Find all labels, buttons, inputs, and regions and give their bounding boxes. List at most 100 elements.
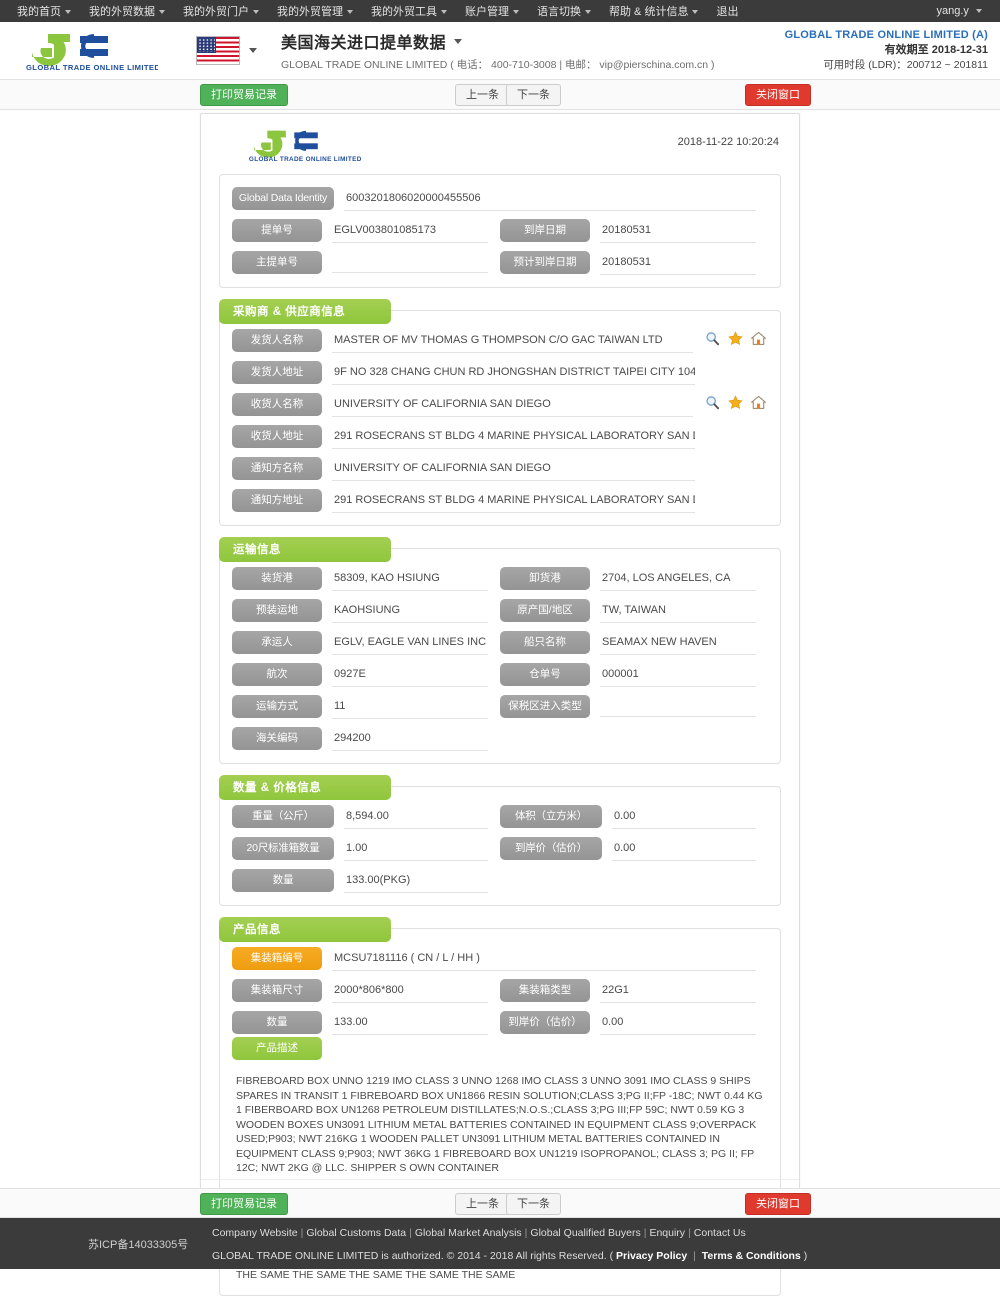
print-trade-record-button-bottom[interactable]: 打印贸易记录 <box>200 1193 288 1215</box>
field-label: 体积（立方米） <box>500 805 602 828</box>
close-window-button-bottom[interactable]: 关闭窗口 <box>745 1193 811 1215</box>
field-label-product-description: 产品描述 <box>232 1037 322 1060</box>
terms-conditions-link[interactable]: Terms & Conditions <box>702 1250 801 1262</box>
field-row: 通知方名称 UNIVERSITY OF CALIFORNIA SAN DIEGO <box>232 457 768 481</box>
previous-record-button[interactable]: 上一条 <box>455 84 510 106</box>
record-sheet: GLOBAL TRADE ONLINE LIMITED 2018-11-22 1… <box>200 113 800 1296</box>
nav-item-8[interactable]: 退出 <box>707 3 747 19</box>
field-label: 收货人名称 <box>232 393 322 416</box>
field-value-arrival-date: 20180531 <box>600 219 756 243</box>
field-cell: 数量 133.00 <box>232 1011 500 1035</box>
section-title-parties: 采购商 & 供应商信息 <box>219 299 391 324</box>
chevron-down-icon <box>249 48 257 53</box>
next-record-button[interactable]: 下一条 <box>506 84 561 106</box>
nav-item-label: 我的外贸门户 <box>183 6 249 18</box>
field-value: UNIVERSITY OF CALIFORNIA SAN DIEGO <box>332 457 695 481</box>
footer-link-4[interactable]: Enquiry <box>649 1227 685 1239</box>
field-label: 通知方地址 <box>232 489 322 512</box>
chevron-down-icon <box>65 10 71 15</box>
nav-item-label: 账户管理 <box>465 6 509 18</box>
user-menu[interactable]: yang.y <box>929 5 992 17</box>
favorite-star-icon[interactable] <box>728 331 743 346</box>
field-row: 重量（公斤） 8,594.00 体积（立方米） 0.00 <box>232 805 768 829</box>
field-row: 收货人地址 291 ROSECRANS ST BLDG 4 MARINE PHYS… <box>232 425 768 449</box>
favorite-star-icon[interactable] <box>728 395 743 410</box>
field-cell: 航次 0927E <box>232 663 500 687</box>
top-navigation-bar: 我的首页 我的外贸数据 我的外贸门户 我的外贸管理 我的外贸工具 账户管理 语言切换 帮助 &… <box>0 0 1000 22</box>
field-cell: 预装运地 KAOHSIUNG <box>232 599 500 623</box>
page-body: GLOBAL TRADE ONLINE LIMITED 2018-11-22 1… <box>0 110 1000 1296</box>
field-label-master-bl-number: 主提单号 <box>232 251 322 274</box>
us-flag-icon <box>196 36 240 65</box>
field-label-container-number: 集装箱编号 <box>232 947 322 970</box>
nav-item-1[interactable]: 我的外贸数据 <box>80 3 174 19</box>
chevron-down-icon <box>513 10 519 15</box>
close-window-button[interactable]: 关闭窗口 <box>745 84 811 106</box>
field-value: 9F NO 328 CHANG CHUN RD JHONGSHAN DISTRI… <box>332 361 695 385</box>
field-cell: 船只名称 SEAMAX NEW HAVEN <box>500 631 768 655</box>
field-row: 航次 0927E 仓单号 000001 <box>232 663 768 687</box>
nav-item-4[interactable]: 我的外贸工具 <box>362 3 456 19</box>
account-name[interactable]: GLOBAL TRADE ONLINE LIMITED (A) <box>785 28 988 43</box>
search-icon[interactable] <box>705 331 720 346</box>
field-row: 承运人 EGLV, EAGLE VAN LINES INC 船只名称 SEAMAX N… <box>232 631 768 655</box>
footer-link-1[interactable]: Global Customs Data <box>306 1227 406 1239</box>
field-cell: 卸货港 2704, LOS ANGELES, CA <box>500 567 768 591</box>
field-cell: 通知方地址 291 ROSECRANS ST BLDG 4 MARINE PHYS… <box>232 489 768 513</box>
field-row: 20尺标准箱数量 1.00 到岸价（估价） 0.00 <box>232 837 768 861</box>
chevron-down-icon <box>253 10 259 15</box>
nav-item-2[interactable]: 我的外贸门户 <box>174 3 268 19</box>
field-value: 58309, KAO HSIUNG <box>332 567 488 591</box>
gto-logo: GLOBAL TRADE ONLINE LIMITED <box>18 26 158 76</box>
footer-link-0[interactable]: Company Website <box>212 1227 298 1239</box>
next-record-button-bottom[interactable]: 下一条 <box>506 1193 561 1215</box>
privacy-policy-link[interactable]: Privacy Policy <box>616 1250 687 1262</box>
product-description-text: FIBREBOARD BOX UNNO 1219 IMO CLASS 3 UNN… <box>236 1075 763 1174</box>
footer-links: Company Website | Global Customs Data | Glob… <box>212 1227 746 1239</box>
nav-item-0[interactable]: 我的首页 <box>8 3 80 19</box>
nav-item-7[interactable]: 帮助 & 统计信息 <box>600 3 707 19</box>
footer-link-2[interactable]: Global Market Analysis <box>415 1227 522 1239</box>
field-label: 航次 <box>232 663 322 686</box>
nav-item-label: 语言切换 <box>537 6 581 18</box>
field-label: 预装运地 <box>232 599 322 622</box>
field-value: 2704, LOS ANGELES, CA <box>600 567 756 591</box>
search-icon[interactable] <box>705 395 720 410</box>
home-icon[interactable] <box>751 395 766 410</box>
field-cell: 重量（公斤） 8,594.00 <box>232 805 500 829</box>
field-label-bl-number: 提单号 <box>232 219 322 242</box>
field-label: 保税区进入类型 <box>500 695 590 718</box>
section-title-product: 产品信息 <box>219 917 391 942</box>
page-subtitle: GLOBAL TRADE ONLINE LIMITED ( 电话： 400-71… <box>281 59 715 71</box>
field-cell: 集装箱尺寸 2000*806*800 <box>232 979 500 1003</box>
footer-link-5[interactable]: Contact Us <box>694 1227 746 1239</box>
print-trade-record-button[interactable]: 打印贸易记录 <box>200 84 288 106</box>
quantity-card: 数量 & 价格信息 重量（公斤） 8,594.00 体积（立方米） 0.00 20尺标准… <box>219 775 781 906</box>
footer-link-3[interactable]: Global Qualified Buyers <box>530 1227 640 1239</box>
nav-item-3[interactable]: 我的外贸管理 <box>268 3 362 19</box>
nav-item-6[interactable]: 语言切换 <box>528 3 600 19</box>
field-label: 重量（公斤） <box>232 805 334 828</box>
page-title-text: 美国海关进口提单数据 <box>281 35 447 52</box>
field-value: 133.00(PKG) <box>344 869 488 893</box>
chevron-down-icon <box>441 10 447 15</box>
nav-item-5[interactable]: 账户管理 <box>456 3 528 19</box>
field-label: 原产国/地区 <box>500 599 590 622</box>
field-row: 数量 133.00(PKG) <box>232 869 768 893</box>
field-cell: 体积（立方米） 0.00 <box>500 805 768 829</box>
field-cell: 海关编码 294200 <box>232 727 500 751</box>
field-cell: 通知方名称 UNIVERSITY OF CALIFORNIA SAN DIEGO <box>232 457 768 481</box>
field-label: 装货港 <box>232 567 322 590</box>
field-value: UNIVERSITY OF CALIFORNIA SAN DIEGO <box>332 393 693 417</box>
field-label: 仓单号 <box>500 663 590 686</box>
field-cell: 收货人地址 291 ROSECRANS ST BLDG 4 MARINE PHYS… <box>232 425 768 449</box>
field-cell: 发货人地址 9F NO 328 CHANG CHUN RD JHONGSHAN D… <box>232 361 768 385</box>
country-selector[interactable] <box>196 36 257 65</box>
home-icon[interactable] <box>751 331 766 346</box>
field-value: 0.00 <box>612 805 756 829</box>
field-value-container-number: MCSU7181116 ( CN / L / HH ) <box>332 947 756 971</box>
field-label: 到岸价（估价） <box>500 1011 590 1034</box>
page-title[interactable]: 美国海关进口提单数据 <box>281 29 715 53</box>
field-row: 装货港 58309, KAO HSIUNG 卸货港 2704, LOS ANGELES… <box>232 567 768 591</box>
previous-record-button-bottom[interactable]: 上一条 <box>455 1193 510 1215</box>
